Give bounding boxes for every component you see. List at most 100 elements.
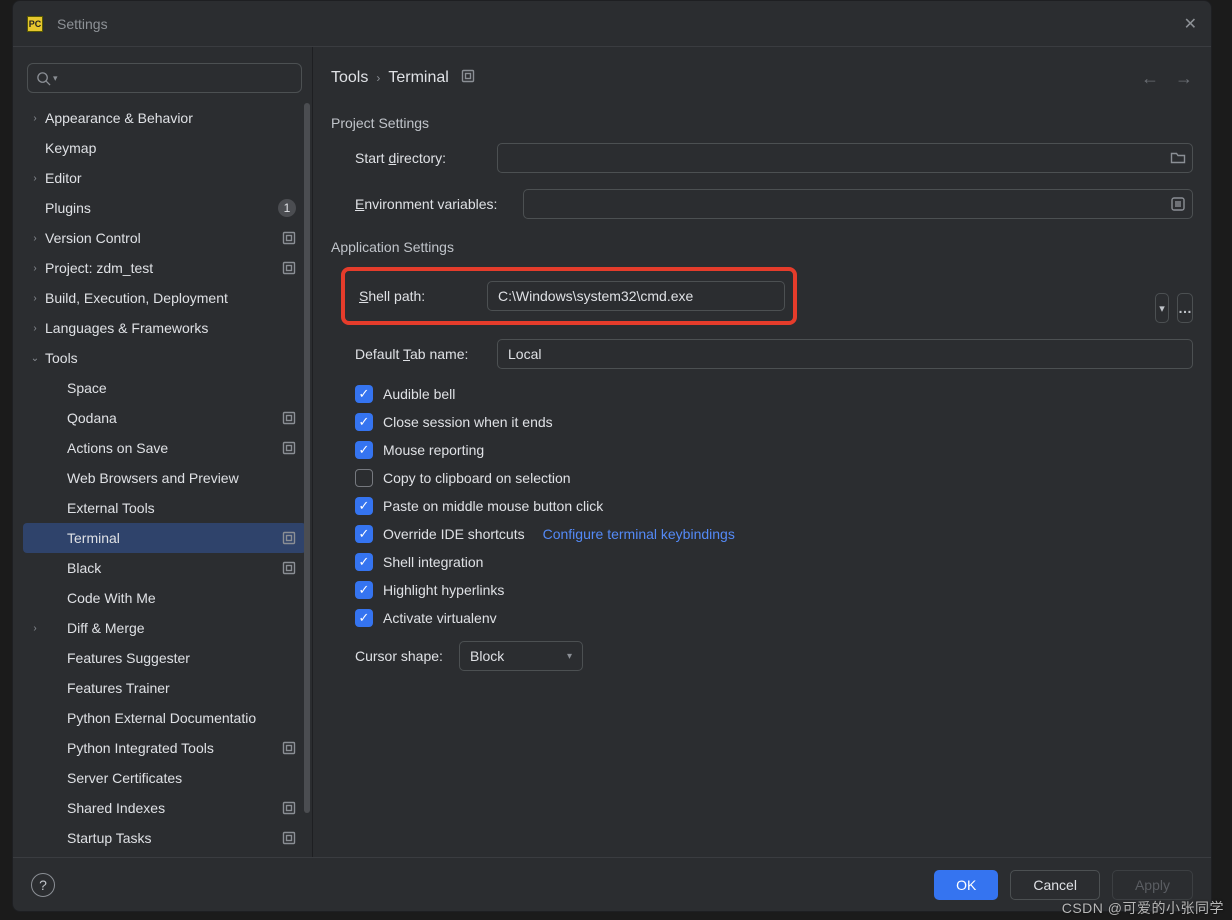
sidebar-item-label: Editor	[45, 170, 306, 186]
checkbox[interactable]: ✓	[355, 497, 373, 515]
sidebar-item-appearance-behavior[interactable]: ›Appearance & Behavior	[23, 103, 306, 133]
sidebar-item-label: Version Control	[45, 230, 282, 246]
default-tab-field[interactable]	[497, 339, 1193, 369]
sidebar-item-label: Features Trainer	[45, 680, 306, 696]
checkbox[interactable]: ✓	[355, 609, 373, 627]
search-dropdown-icon[interactable]: ▾	[53, 73, 58, 84]
main-panel: Tools › Terminal ← → Project Settings St…	[313, 47, 1211, 857]
sidebar-item-label: Qodana	[45, 410, 282, 426]
env-vars-field[interactable]	[523, 189, 1193, 219]
default-tab-input[interactable]	[498, 346, 1192, 362]
sidebar-item-features-suggester[interactable]: Features Suggester	[23, 643, 306, 673]
checkbox-label: Copy to clipboard on selection	[383, 470, 571, 486]
cursor-shape-label: Cursor shape:	[355, 648, 459, 664]
sidebar-item-label: External Tools	[45, 500, 306, 516]
checkbox-row-3: Copy to clipboard on selection	[355, 469, 1193, 487]
env-vars-row: Environment variables:	[355, 189, 1193, 219]
cancel-button[interactable]: Cancel	[1010, 870, 1100, 900]
checkbox[interactable]: ✓	[355, 553, 373, 571]
scope-pin-icon	[282, 261, 296, 275]
folder-icon[interactable]	[1164, 150, 1192, 166]
shell-path-field[interactable]	[487, 281, 785, 311]
sidebar-item-plugins[interactable]: Plugins1	[23, 193, 306, 223]
search-input-wrapper[interactable]: ▾	[27, 63, 302, 93]
sidebar-item-terminal[interactable]: Terminal	[23, 523, 306, 553]
sidebar-item-actions-on-save[interactable]: Actions on Save	[23, 433, 306, 463]
start-directory-field[interactable]	[497, 143, 1193, 173]
checkbox[interactable]: ✓	[355, 581, 373, 599]
checkbox-label: Paste on middle mouse button click	[383, 498, 603, 514]
configure-link[interactable]: Configure terminal keybindings	[543, 526, 735, 542]
help-icon[interactable]: ?	[31, 873, 55, 897]
sidebar-item-keymap[interactable]: Keymap	[23, 133, 306, 163]
sidebar-item-shared-indexes[interactable]: Shared Indexes	[23, 793, 306, 823]
sidebar-item-label: Black	[45, 560, 282, 576]
apply-button: Apply	[1112, 870, 1193, 900]
checkbox-label: Close session when it ends	[383, 414, 553, 430]
sidebar-item-web-browsers-and-preview[interactable]: Web Browsers and Preview	[23, 463, 306, 493]
sidebar-item-label: Build, Execution, Deployment	[45, 290, 306, 306]
nav-back-icon[interactable]: ←	[1141, 68, 1159, 89]
sidebar-item-label: Server Certificates	[45, 770, 306, 786]
sidebar-item-server-certificates[interactable]: Server Certificates	[23, 763, 306, 793]
scrollbar-thumb[interactable]	[304, 103, 310, 813]
checkbox-label: Audible bell	[383, 386, 455, 402]
ok-button[interactable]: OK	[934, 870, 998, 900]
checkbox-row-6: ✓Shell integration	[355, 553, 1193, 571]
checkbox[interactable]: ✓	[355, 385, 373, 403]
cursor-shape-select[interactable]: Block ▾	[459, 641, 583, 671]
start-directory-label: Start directory:	[355, 150, 497, 166]
sidebar-item-project-zdm-test[interactable]: ›Project: zdm_test	[23, 253, 306, 283]
sidebar-item-label: Shared Indexes	[45, 800, 282, 816]
sidebar-item-black[interactable]: Black	[23, 553, 306, 583]
footer: ? OK Cancel Apply	[13, 857, 1211, 911]
sidebar-item-build-execution-deployment[interactable]: ›Build, Execution, Deployment	[23, 283, 306, 313]
sidebar-item-python-external-documentatio[interactable]: Python External Documentatio	[23, 703, 306, 733]
settings-tree[interactable]: ›Appearance & BehaviorKeymap›EditorPlugi…	[23, 103, 312, 857]
search-input[interactable]	[62, 69, 293, 87]
sidebar-item-label: Code With Me	[45, 590, 306, 606]
sidebar-item-external-tools[interactable]: External Tools	[23, 493, 306, 523]
sidebar-item-space[interactable]: Space	[23, 373, 306, 403]
sidebar-item-python-integrated-tools[interactable]: Python Integrated Tools	[23, 733, 306, 763]
checkbox-row-7: ✓Highlight hyperlinks	[355, 581, 1193, 599]
env-vars-input[interactable]	[524, 196, 1164, 212]
shell-path-input[interactable]	[488, 288, 784, 304]
sidebar-item-features-trainer[interactable]: Features Trainer	[23, 673, 306, 703]
sidebar-item-startup-tasks[interactable]: Startup Tasks	[23, 823, 306, 853]
scope-pin-icon[interactable]	[461, 69, 475, 88]
checkbox[interactable]: ✓	[355, 525, 373, 543]
default-tab-label: Default Tab name:	[355, 346, 497, 362]
close-icon[interactable]: ✕	[1184, 14, 1197, 34]
list-icon[interactable]	[1164, 196, 1192, 212]
sidebar-item-tools[interactable]: ⌄Tools	[23, 343, 306, 373]
checkbox[interactable]	[355, 469, 373, 487]
checkbox-row-0: ✓ Audible bell	[355, 385, 1193, 403]
chevron-icon: ›	[25, 173, 45, 184]
chevron-icon: ›	[25, 323, 45, 334]
sidebar-item-editor[interactable]: ›Editor	[23, 163, 306, 193]
sidebar-item-label: Actions on Save	[45, 440, 282, 456]
nav-forward-icon[interactable]: →	[1175, 68, 1193, 89]
sidebar-item-code-with-me[interactable]: Code With Me	[23, 583, 306, 613]
checkbox-row-1: ✓ Close session when it ends	[355, 413, 1193, 431]
shell-path-highlight: Shell path:	[341, 267, 797, 325]
sidebar-item-qodana[interactable]: Qodana	[23, 403, 306, 433]
sidebar-item-version-control[interactable]: ›Version Control	[23, 223, 306, 253]
checkbox[interactable]: ✓	[355, 441, 373, 459]
start-directory-input[interactable]	[498, 150, 1164, 166]
sidebar-item-languages-frameworks[interactable]: ›Languages & Frameworks	[23, 313, 306, 343]
checkbox[interactable]: ✓	[355, 413, 373, 431]
shell-path-more-button[interactable]: …	[1177, 293, 1193, 323]
scope-pin-icon	[282, 561, 296, 575]
chevron-icon: ›	[25, 293, 45, 304]
scope-pin-icon	[282, 801, 296, 815]
scope-pin-icon	[282, 231, 296, 245]
sidebar-item-diff-merge[interactable]: ›Diff & Merge	[23, 613, 306, 643]
checkbox-row-2: ✓Mouse reporting	[355, 441, 1193, 459]
chevron-icon: ⌄	[25, 353, 45, 364]
shell-path-dropdown[interactable]: ▾	[1155, 293, 1169, 323]
badge: 1	[278, 199, 296, 217]
shell-path-label: Shell path:	[359, 288, 487, 304]
breadcrumb-root[interactable]: Tools	[331, 69, 368, 87]
